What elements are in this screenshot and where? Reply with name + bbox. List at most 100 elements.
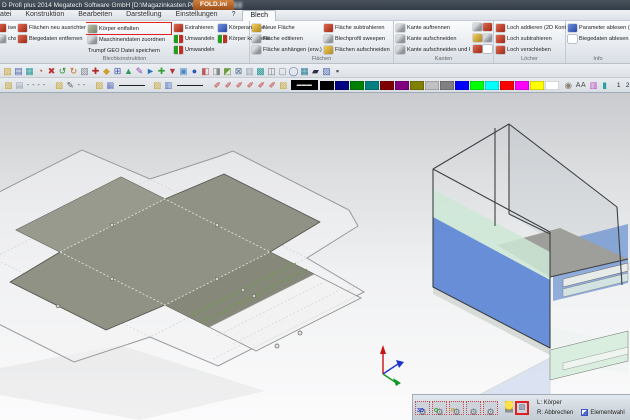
ribbon-button-biegedaten-ablesen[interactable]: Biegedaten ablesen (Abwi <box>566 33 630 44</box>
element-select-icon[interactable] <box>581 409 588 416</box>
color-swatch[interactable] <box>365 81 379 90</box>
redline-tool-icon[interactable]: ✐ <box>256 79 267 91</box>
highlighted-mode-icon[interactable]: ▧ <box>515 401 529 415</box>
ribbon-button-biegedaten-entfernen[interactable]: Biegedaten entfernen <box>16 33 86 44</box>
tool-icon-16[interactable]: ▼ <box>167 65 178 77</box>
ribbon-button-flaeche-anhaengen[interactable]: Fläche anhängen (erw.) <box>250 44 322 55</box>
edge-tool-icon[interactable] <box>483 34 492 42</box>
filter-point-icon[interactable]: ⚙P <box>449 401 464 415</box>
tool-icon-22[interactable]: ⊠ <box>233 65 244 77</box>
color-swatch[interactable] <box>515 81 529 90</box>
ribbon-button-extrahieren[interactable]: Extrahieren <box>172 22 216 33</box>
color-swatch[interactable] <box>395 81 409 90</box>
tool-icon-19[interactable]: ◧ <box>200 65 211 77</box>
drawing-viewport[interactable] <box>0 93 630 420</box>
tool-icon-6[interactable]: ↺ <box>57 65 68 77</box>
ribbon-button-umwandeln[interactable]: Umwandeln <box>172 33 216 44</box>
globe-icon[interactable]: ◉ <box>563 79 574 91</box>
ribbon-button-koerper-entfalten[interactable]: Körper entfalten <box>86 23 171 34</box>
color-swatch[interactable] <box>320 81 334 90</box>
tool-icon-8[interactable]: ▧ <box>79 65 90 77</box>
menu-bearbeiten[interactable]: Bearbeiten <box>71 10 119 20</box>
tool-icon-9[interactable]: ✚ <box>90 65 101 77</box>
edge-tool-icon[interactable] <box>473 23 482 31</box>
color-swatch[interactable] <box>350 81 364 90</box>
filter-mesh-icon[interactable]: ⚙ <box>483 401 498 415</box>
color-swatch[interactable] <box>485 81 499 90</box>
layer-folder-icon[interactable]: ▨ <box>54 79 65 91</box>
tool-icon-5[interactable]: ✖ <box>46 65 57 77</box>
tool-icon-25[interactable]: ◫ <box>266 65 277 77</box>
color-swatch[interactable] <box>530 81 544 90</box>
layer-folder-icon[interactable]: ▨ <box>278 79 289 91</box>
line-style-preview[interactable]: - - - - <box>27 82 46 89</box>
redline-tool-icon[interactable]: ✐ <box>234 79 245 91</box>
color-swatch[interactable] <box>470 81 484 90</box>
ribbon-button-flaeche-subtrahieren[interactable]: Fläche subtrahieren <box>322 22 392 33</box>
edge-tool-icon[interactable] <box>483 45 492 53</box>
hatch-icon[interactable]: ▦ <box>105 79 116 91</box>
color-swatch[interactable] <box>425 81 439 90</box>
tool-icon-4[interactable]: ◔ <box>35 65 46 77</box>
tool-icon-31[interactable]: ▪ <box>332 65 343 77</box>
ribbon-button-flaeche-editieren[interactable]: Fläche editieren <box>250 33 322 44</box>
menu-datei[interactable]: Datei <box>0 10 18 20</box>
ribbon-button-umwandeln-f[interactable]: Umwandeln (F) <box>172 44 216 55</box>
tool-icon-20[interactable]: ◨ <box>211 65 222 77</box>
tool-icon-17[interactable]: ▣ <box>178 65 189 77</box>
tool-icon-14[interactable]: ► <box>145 65 156 77</box>
menu-konstruktion[interactable]: Konstruktion <box>18 10 71 20</box>
color-picker-icon[interactable]: ▥ <box>588 79 599 91</box>
color-swatch[interactable] <box>410 81 424 90</box>
menu-hilfe[interactable]: ? <box>225 10 243 20</box>
tool-icon-18[interactable]: ● <box>189 65 200 77</box>
tool-icon-3[interactable]: ▦ <box>24 65 35 77</box>
color-swatch[interactable] <box>440 81 454 90</box>
pen-number[interactable]: 1 <box>614 82 623 89</box>
edge-tool-icon[interactable] <box>473 45 482 53</box>
line-width-display[interactable]: ▬▬▬ <box>291 80 318 90</box>
redline-tool-icon[interactable]: ✐ <box>245 79 256 91</box>
edge-tool-icon[interactable] <box>473 34 482 42</box>
tool-icon-2[interactable]: ▤ <box>13 65 24 77</box>
ribbon-button-loch-addieren[interactable]: Loch addieren (2D Kontur) <box>494 22 566 33</box>
redline-tool-icon[interactable]: ✐ <box>212 79 223 91</box>
tool-icon-26[interactable]: ▢ <box>277 65 288 77</box>
ribbon-button-kante-aufschneiden[interactable]: Kante aufschneiden <box>394 33 470 44</box>
tool-icon-23[interactable]: ▥ <box>244 65 255 77</box>
tool-icon-28[interactable]: ▦ <box>299 65 310 77</box>
tool-icon-21[interactable]: ◩ <box>222 65 233 77</box>
tool-icon-13[interactable]: ✎ <box>134 65 145 77</box>
layer-folder-icon[interactable]: ▨ <box>94 79 105 91</box>
ribbon-button-clipped-2[interactable]: chseln <box>0 33 16 44</box>
color-swatch[interactable] <box>455 81 469 90</box>
line-width-preview[interactable] <box>177 85 203 86</box>
line-style-preview[interactable]: - - <box>78 82 86 89</box>
tool-icon-27[interactable]: ◯ <box>288 65 299 77</box>
tool-icon-24[interactable]: ▩ <box>255 65 266 77</box>
color-swatch[interactable] <box>545 81 559 90</box>
ribbon-button-neue-flaeche[interactable]: Neue Fläche <box>250 22 322 33</box>
redline-tool-icon[interactable]: ✐ <box>267 79 278 91</box>
ribbon-button-kante-aufschneiden-flaeche[interactable]: Kante aufschneiden und Fläche anhängen <box>394 44 470 55</box>
menu-blech[interactable]: Blech <box>242 10 276 21</box>
ribbon-button-flaechen-neu-ausrichten[interactable]: Flächen neu ausrichten <box>16 22 86 33</box>
document-tab[interactable]: FOLD.ini <box>193 0 234 10</box>
tool-icon-29[interactable]: ▰ <box>310 65 321 77</box>
layer-folder-icon[interactable]: ▨ <box>152 79 163 91</box>
menu-darstellung[interactable]: Darstellung <box>119 10 168 20</box>
filter-3d-icon[interactable]: ⚙3D <box>415 401 430 415</box>
ribbon-button-loch-subtrahieren[interactable]: Loch subtrahieren <box>494 33 566 44</box>
redline-tool-icon[interactable]: ✐ <box>223 79 234 91</box>
tool-icon-30[interactable]: ▨ <box>321 65 332 77</box>
lamp-icon[interactable] <box>505 401 513 414</box>
pen-number[interactable]: 2 <box>623 82 630 89</box>
menu-einstellungen[interactable]: Einstellungen <box>169 10 225 20</box>
ribbon-button-kante-auftrennen[interactable]: Kante auftrennen <box>394 22 470 33</box>
style-icon[interactable]: ▥ <box>163 79 174 91</box>
tool-icon-10[interactable]: ◆ <box>101 65 112 77</box>
edge-tool-icon[interactable] <box>483 23 492 31</box>
filter-object-icon[interactable]: ⚙O <box>432 401 447 415</box>
ribbon-button-clipped-1[interactable]: isen <box>0 22 16 33</box>
font-style-icon[interactable]: AA <box>576 82 586 89</box>
